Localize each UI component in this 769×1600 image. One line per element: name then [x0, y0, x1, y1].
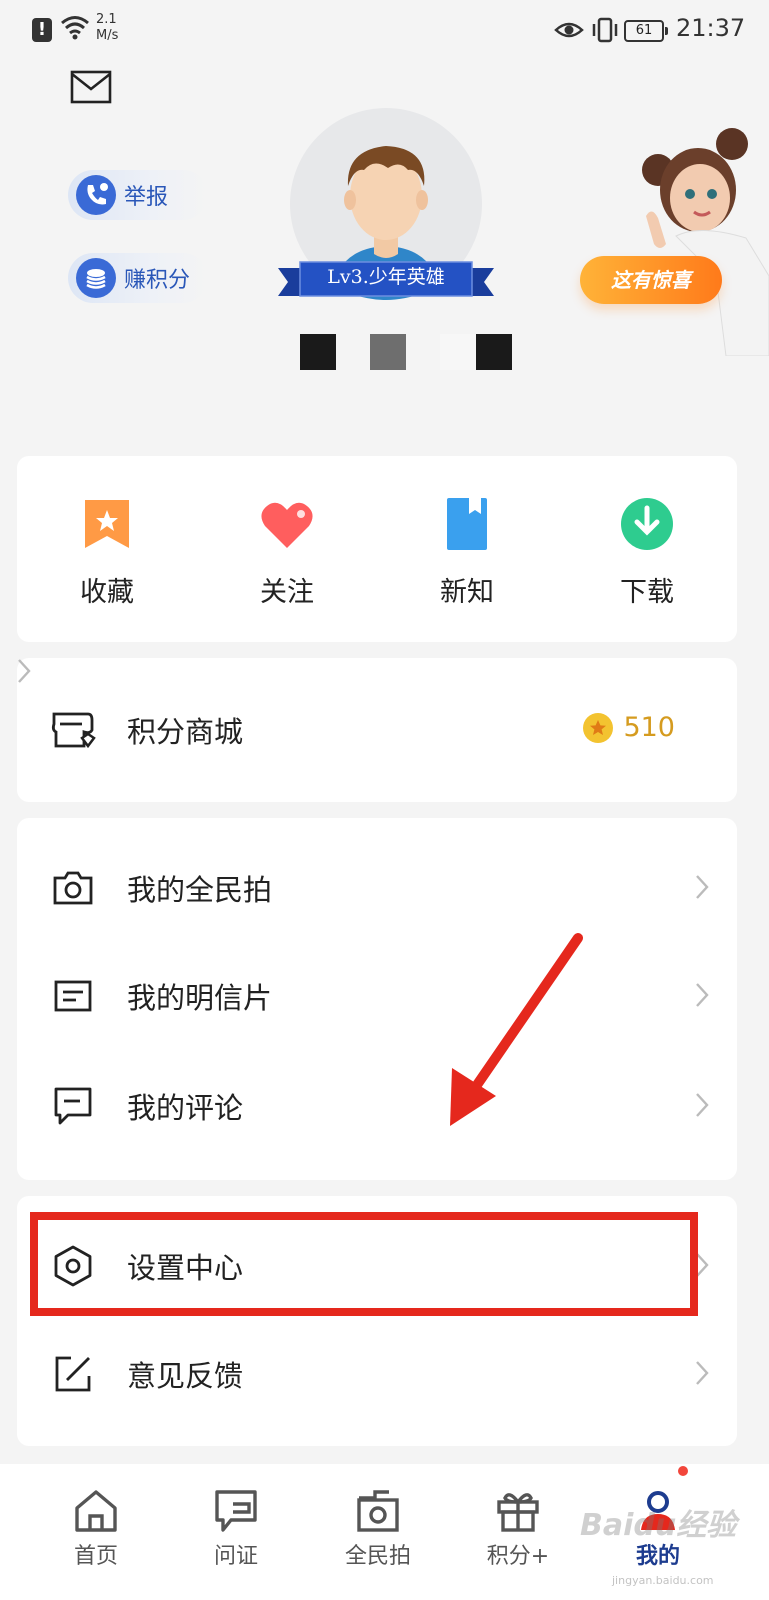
battery-indicator: 61 [624, 20, 668, 42]
heart-icon [261, 502, 313, 548]
status-bar: ! 2.1 M/s 61 21:37 [0, 0, 769, 62]
phone-report-icon [76, 175, 116, 215]
report-label: 举报 [124, 185, 169, 210]
tab-points-label: 积分+ [486, 1544, 550, 1569]
book-icon [447, 498, 487, 550]
download-icon [621, 498, 673, 550]
bookmark-star-icon [85, 500, 129, 548]
favorites-button[interactable]: 收藏 [17, 494, 197, 609]
network-speed-unit: M/s [96, 28, 119, 43]
camera-icon [49, 864, 97, 912]
chevron-right-icon [696, 1093, 709, 1117]
new-knowledge-button[interactable]: 新知 [377, 494, 557, 609]
tab-home[interactable]: 首页 [36, 1476, 156, 1570]
my-comments-row[interactable]: 我的评论 [17, 1052, 737, 1160]
earn-points-label: 赚积分 [124, 268, 191, 293]
download-button[interactable]: 下载 [557, 494, 737, 609]
my-snapshots-label: 我的全民拍 [127, 873, 273, 907]
mascot-girl-illustration [642, 128, 769, 356]
feedback-label: 意见反馈 [127, 1359, 244, 1393]
eye-comfort-icon [554, 22, 584, 38]
tab-snapshot[interactable]: 全民拍 [318, 1476, 438, 1570]
chevron-right-icon [696, 875, 709, 899]
camera-icon [357, 1490, 399, 1532]
network-speed-value: 2.1 [96, 12, 117, 27]
points-mall-card[interactable]: 积分商城 510 [17, 658, 737, 802]
quick-actions-card: 收藏 关注 新知 下载 [17, 456, 737, 642]
coin-star-icon [583, 712, 614, 743]
gift-icon [497, 1493, 539, 1532]
points-value: 510 [623, 712, 675, 743]
network-speed: 2.1 M/s [96, 12, 118, 44]
coin-stack-icon [76, 258, 116, 298]
level-title: Lv3.少年英雄 [327, 266, 445, 288]
chevron-right-icon [696, 1361, 709, 1385]
earn-points-button[interactable]: 赚积分 [68, 253, 208, 303]
download-label: 下载 [620, 577, 674, 608]
home-icon [75, 1490, 117, 1532]
highlight-box-annotation [30, 1212, 698, 1316]
wifi-icon [61, 16, 89, 40]
notification-dot [678, 1466, 688, 1476]
my-snapshots-row[interactable]: 我的全民拍 [17, 834, 737, 942]
favorites-label: 收藏 [80, 577, 134, 608]
tab-snapshot-label: 全民拍 [344, 1544, 411, 1569]
tab-points[interactable]: 积分+ [458, 1476, 578, 1570]
my-content-card: 我的全民拍 我的明信片 我的评论 [17, 818, 737, 1180]
comment-icon [49, 1082, 97, 1130]
tab-question[interactable]: 问证 [176, 1476, 296, 1570]
feedback-row[interactable]: 意见反馈 [17, 1320, 737, 1428]
follow-label: 关注 [260, 577, 314, 608]
vibrate-icon [592, 17, 618, 43]
watermark: Baidu经验 [580, 1508, 737, 1543]
report-button[interactable]: 举报 [68, 170, 208, 220]
tab-home-label: 首页 [73, 1544, 118, 1569]
shop-icon [49, 706, 97, 754]
chevron-right-icon [696, 983, 709, 1007]
alert-icon: ! [32, 18, 52, 42]
red-arrow-annotation [450, 933, 583, 1126]
my-postcards-row[interactable]: 我的明信片 [17, 942, 737, 1050]
username-masked [300, 334, 514, 370]
postcard-icon [49, 972, 97, 1020]
question-card-icon [215, 1490, 257, 1532]
mail-icon[interactable] [70, 70, 112, 104]
points-balance: 510 [583, 712, 675, 743]
tab-question-label: 问证 [213, 1544, 258, 1569]
clock: 21:37 [676, 14, 746, 42]
feedback-edit-icon [49, 1350, 97, 1398]
watermark-url: jingyan.baidu.com [612, 1574, 714, 1587]
follow-button[interactable]: 关注 [197, 494, 377, 609]
new-knowledge-label: 新知 [440, 577, 494, 608]
surprise-button[interactable]: 这有惊喜 [580, 256, 722, 304]
